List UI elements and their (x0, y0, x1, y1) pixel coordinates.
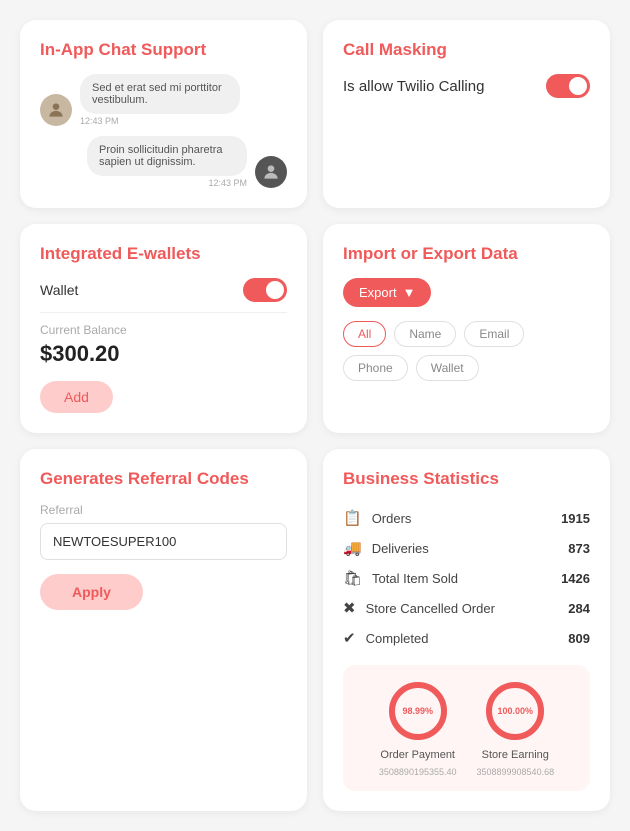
business-stats-title: Business Statistics (343, 469, 590, 489)
export-chevron-icon: ▼ (403, 285, 416, 300)
stat-cancelled: ✖ Store Cancelled Order 284 (343, 593, 590, 623)
store-earning-title: Store Earning (482, 749, 549, 761)
wallet-toggle[interactable] (243, 278, 287, 302)
referral-title: Generates Referral Codes (40, 469, 287, 489)
total-items-icon: 🛍 (343, 569, 362, 587)
filter-wallet[interactable]: Wallet (416, 355, 479, 381)
store-earning-chart: 100.00% Store Earning 3508899908540.68 (477, 679, 555, 777)
filter-email[interactable]: Email (464, 321, 524, 347)
call-masking-description: Is allow Twilio Calling (343, 76, 484, 97)
add-button[interactable]: Add (40, 381, 113, 413)
import-export-title: Import or Export Data (343, 244, 590, 264)
import-export-card: Import or Export Data Export ▼ All Name … (323, 224, 610, 433)
completed-label: Completed (366, 631, 429, 646)
chat-message-2: Proin sollicitudin pharetra sapien ut di… (40, 136, 287, 188)
cancelled-label: Store Cancelled Order (366, 601, 495, 616)
filter-tags: All Name Email Phone Wallet (343, 321, 590, 381)
call-masking-card: Call Masking Is allow Twilio Calling (323, 20, 610, 208)
ewallets-card: Integrated E-wallets Wallet Current Bala… (20, 224, 307, 433)
filter-all[interactable]: All (343, 321, 386, 347)
filter-phone[interactable]: Phone (343, 355, 408, 381)
deliveries-label: Deliveries (372, 541, 429, 556)
cancelled-icon: ✖ (343, 599, 356, 617)
referral-card: Generates Referral Codes Referral Apply (20, 449, 307, 811)
stats-list: 📋 Orders 1915 🚚 Deliveries 873 🛍 Total I… (343, 503, 590, 653)
wallet-toggle-row: Wallet (40, 278, 287, 302)
stat-completed: ✔ Completed 809 (343, 623, 590, 653)
chat-row-2: Proin sollicitudin pharetra sapien ut di… (87, 136, 247, 188)
time-2: 12:43 PM (208, 178, 247, 188)
export-button[interactable]: Export ▼ (343, 278, 431, 307)
completed-icon: ✔ (343, 629, 356, 647)
order-payment-title: Order Payment (380, 749, 455, 761)
wallet-label: Wallet (40, 282, 78, 298)
orders-label: Orders (372, 511, 412, 526)
stat-total-items: 🛍 Total Item Sold 1426 (343, 563, 590, 593)
referral-label: Referral (40, 503, 287, 517)
store-earning-percent: 100.00% (498, 706, 534, 716)
ewallets-title: Integrated E-wallets (40, 244, 287, 264)
call-masking-toggle[interactable] (546, 74, 590, 98)
deliveries-value: 873 (568, 541, 590, 556)
chat-row-1: Sed et erat sed mi porttitor vestibulum.… (80, 74, 240, 126)
order-payment-chart: 98.99% Order Payment 3508890195355.40 (379, 679, 457, 777)
export-label: Export (359, 285, 397, 300)
bubble-1: Sed et erat sed mi porttitor vestibulum. (80, 74, 240, 114)
chat-support-card: In-App Chat Support Sed et erat sed mi p… (20, 20, 307, 208)
apply-button[interactable]: Apply (40, 574, 143, 610)
avatar-left (40, 94, 72, 126)
store-earning-amount: 3508899908540.68 (477, 767, 555, 777)
deliveries-icon: 🚚 (343, 539, 362, 557)
call-masking-title: Call Masking (343, 40, 590, 60)
cancelled-value: 284 (568, 601, 590, 616)
total-items-value: 1426 (561, 571, 590, 586)
business-stats-card: Business Statistics 📋 Orders 1915 🚚 Deli… (323, 449, 610, 811)
stat-orders: 📋 Orders 1915 (343, 503, 590, 533)
balance-amount: $300.20 (40, 341, 287, 367)
orders-icon: 📋 (343, 509, 362, 527)
chat-support-title: In-App Chat Support (40, 40, 287, 60)
order-payment-amount: 3508890195355.40 (379, 767, 457, 777)
time-1: 12:43 PM (80, 116, 119, 126)
chat-message-1: Sed et erat sed mi porttitor vestibulum.… (40, 74, 287, 126)
balance-label: Current Balance (40, 323, 287, 337)
bubble-2: Proin sollicitudin pharetra sapien ut di… (87, 136, 247, 176)
referral-input[interactable] (40, 523, 287, 560)
order-payment-percent: 98.99% (402, 706, 433, 716)
orders-value: 1915 (561, 511, 590, 526)
chat-messages: Sed et erat sed mi porttitor vestibulum.… (40, 74, 287, 188)
filter-name[interactable]: Name (394, 321, 456, 347)
order-payment-ring: 98.99% (386, 679, 450, 743)
total-items-label: Total Item Sold (372, 571, 458, 586)
stat-deliveries: 🚚 Deliveries 873 (343, 533, 590, 563)
avatar-right (255, 156, 287, 188)
call-masking-toggle-row: Is allow Twilio Calling (343, 74, 590, 98)
completed-value: 809 (568, 631, 590, 646)
store-earning-ring: 100.00% (483, 679, 547, 743)
stats-charts: 98.99% Order Payment 3508890195355.40 10… (343, 665, 590, 791)
